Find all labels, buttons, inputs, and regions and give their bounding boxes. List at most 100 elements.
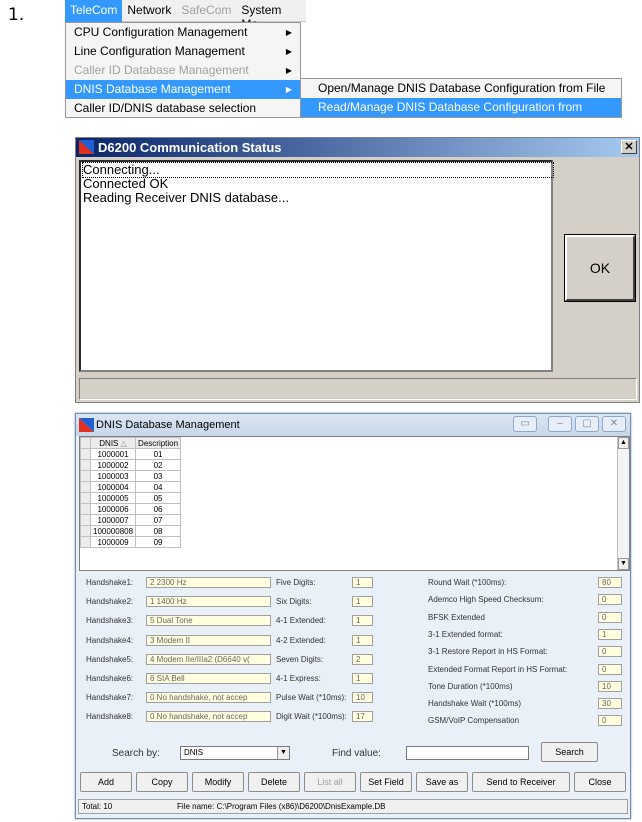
cell-description[interactable]: 08	[135, 525, 182, 537]
table-row[interactable]: 1000004 04	[80, 481, 182, 493]
app-icon	[79, 140, 94, 154]
row-header[interactable]	[80, 448, 91, 460]
table-row[interactable]: 1000003 03	[80, 470, 182, 482]
row-header[interactable]	[80, 503, 91, 515]
menu-safecom[interactable]: SafeCom	[176, 0, 236, 22]
submenu-read-from-receiver[interactable]: Read/Manage DNIS Database Configuration …	[301, 98, 621, 133]
handshake-1-field[interactable]: 2 2300 Hz	[146, 577, 271, 588]
mid-field-3-field[interactable]: 1	[352, 615, 373, 627]
right-field-4-field[interactable]: 1	[598, 628, 622, 640]
menu-item-line-config[interactable]: Line Configuration Management ▶	[66, 42, 300, 61]
row-header[interactable]	[80, 536, 91, 548]
right-field-8-field[interactable]: 30	[598, 698, 622, 710]
right-field-2-field[interactable]: 0	[598, 594, 622, 606]
delete-button[interactable]: Delete	[248, 772, 300, 792]
search-row: Search by: DNIS ▼ Find value: Search	[76, 742, 632, 770]
list-all-button[interactable]: List all	[304, 772, 356, 792]
handshake-4-field[interactable]: 3 Modem II	[146, 634, 271, 646]
cell-description[interactable]: 05	[135, 492, 182, 504]
cell-dnis[interactable]: 1000007	[89, 514, 137, 526]
handshake-2-field[interactable]: 1 1400 Hz	[146, 596, 271, 608]
menu-telecom[interactable]: TeleCom	[65, 0, 123, 22]
handshake-7-field[interactable]: 0 No handshake, not accep	[146, 692, 271, 704]
table-row[interactable]: 1000001 01	[80, 448, 182, 460]
maximize-icon[interactable]: ▢	[575, 416, 599, 432]
mid-field-2-field[interactable]: 1	[352, 596, 373, 608]
column-header-dnis[interactable]: DNIS △	[89, 437, 137, 449]
handshake-4-label: Handshake4:	[86, 635, 134, 645]
right-field-1-field[interactable]: 80	[598, 577, 622, 588]
cell-description[interactable]: 03	[135, 470, 182, 482]
set-field-button[interactable]: Set Field	[360, 772, 412, 792]
column-header-description[interactable]: Description	[135, 437, 182, 449]
cell-dnis[interactable]: 1000006	[89, 503, 137, 515]
cell-dnis[interactable]: 1000002	[89, 459, 137, 471]
extra-window-icon[interactable]: ▭	[513, 416, 537, 432]
app-icon	[79, 418, 94, 432]
menu-item-cpu-config[interactable]: CPU Configuration Management ▶	[66, 23, 300, 42]
mid-field-1-field[interactable]: 1	[352, 577, 373, 588]
cell-dnis[interactable]: 1000003	[89, 470, 137, 482]
cell-dnis[interactable]: 1000001	[89, 448, 137, 460]
ok-button[interactable]: OK	[564, 234, 636, 302]
find-value-input[interactable]	[406, 746, 529, 760]
cell-description[interactable]: 02	[135, 459, 182, 471]
search-by-select[interactable]: DNIS ▼	[180, 746, 290, 760]
cell-description[interactable]: 06	[135, 503, 182, 515]
menu-system[interactable]: System Ma	[236, 0, 306, 31]
cell-dnis[interactable]: 1000004	[89, 481, 137, 493]
menu-item-db-selection[interactable]: Caller ID/DNIS database selection	[66, 99, 300, 118]
menu-network[interactable]: Network	[122, 0, 176, 22]
scroll-up-icon[interactable]: ▲	[618, 437, 629, 449]
close-icon[interactable]: ✕	[621, 140, 637, 154]
table-row[interactable]: 1000009 09	[80, 536, 182, 548]
send-to-receiver-button[interactable]: Send to Receiver	[472, 772, 570, 792]
right-field-5-field[interactable]: 0	[598, 646, 622, 658]
handshake-8-field[interactable]: 0 No handshake, not accep	[146, 711, 271, 723]
table-row[interactable]: 1000005 05	[80, 492, 182, 504]
cell-dnis[interactable]: 100000808	[89, 525, 137, 537]
search-button[interactable]: Search	[541, 742, 598, 762]
menu-item-dnis-db[interactable]: DNIS Database Management ▶	[66, 80, 300, 99]
handshake-5-field[interactable]: 4 Modem IIe/IIIa2 (D6640 v(	[146, 653, 271, 665]
table-row[interactable]: 1000007 07	[80, 514, 182, 526]
mid-field-4-field[interactable]: 1	[352, 634, 373, 646]
mid-field-6-field[interactable]: 1	[352, 673, 373, 684]
cell-dnis[interactable]: 1000009	[89, 536, 137, 548]
scroll-down-icon[interactable]: ▼	[618, 558, 629, 570]
right-field-6-field[interactable]: 0	[598, 663, 622, 675]
save-as-button[interactable]: Save as	[416, 772, 468, 792]
cell-description[interactable]: 09	[135, 536, 182, 548]
cell-description[interactable]: 07	[135, 514, 182, 526]
cell-description[interactable]: 01	[135, 448, 182, 460]
table-row[interactable]: 1000006 06	[80, 503, 182, 515]
right-field-3-field[interactable]: 0	[598, 611, 622, 623]
cell-dnis[interactable]: 1000005	[89, 492, 137, 504]
close-button[interactable]: Close	[574, 772, 626, 792]
close-icon[interactable]: ✕	[602, 416, 626, 432]
right-field-9-field[interactable]: 0	[598, 715, 622, 727]
row-header[interactable]	[80, 492, 91, 504]
row-header[interactable]	[80, 481, 91, 493]
handshake-3-field[interactable]: 5 Dual Tone	[146, 615, 271, 627]
table-row[interactable]: 100000808 08	[80, 525, 182, 537]
right-field-7-field[interactable]: 10	[598, 680, 622, 692]
row-header[interactable]	[80, 470, 91, 482]
vertical-scrollbar[interactable]: ▲ ▼	[617, 437, 629, 570]
copy-button[interactable]: Copy	[136, 772, 188, 792]
status-bar	[79, 378, 637, 400]
table-row[interactable]: 1000002 02	[80, 459, 182, 471]
mid-field-7-field[interactable]: 10	[352, 692, 373, 704]
cell-description[interactable]: 04	[135, 481, 182, 493]
row-header[interactable]	[80, 514, 91, 526]
modify-button[interactable]: Modify	[192, 772, 244, 792]
mid-field-8-field[interactable]: 17	[352, 711, 373, 723]
handshake-6-field[interactable]: 6 SIA Bell	[146, 673, 271, 684]
menu-item-callerid-db[interactable]: Caller ID Database Management ▶	[66, 61, 300, 80]
row-header[interactable]	[80, 525, 91, 537]
row-header[interactable]	[80, 459, 91, 471]
add-button[interactable]: Add	[80, 772, 132, 792]
minimize-icon[interactable]: –	[548, 416, 572, 432]
mid-field-5-field[interactable]: 2	[352, 653, 373, 665]
submenu-open-from-file[interactable]: Open/Manage DNIS Database Configuration …	[301, 79, 621, 98]
